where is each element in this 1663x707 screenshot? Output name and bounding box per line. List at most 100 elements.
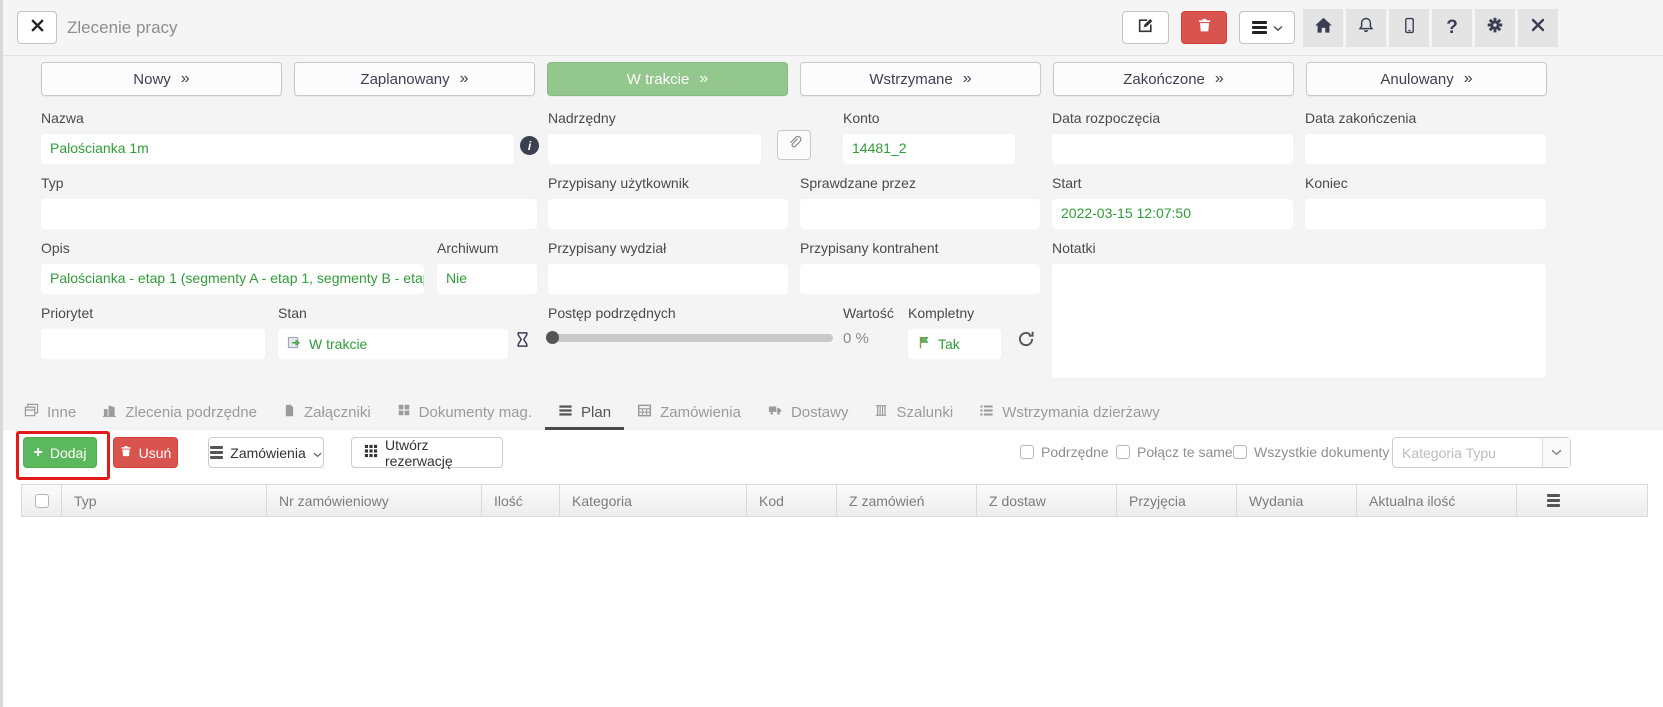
field-label-notatki: Notatki (1052, 240, 1096, 256)
field-label-data-zakonczenia: Data zakończenia (1305, 110, 1417, 126)
field-label-przypisany-kontrahent: Przypisany kontrahent (800, 240, 939, 256)
category-type-select[interactable]: Kategoria Typu (1392, 437, 1571, 468)
checkbox-polacz-te-same[interactable]: Połącz te same (1116, 444, 1233, 460)
progress-slider-handle[interactable] (546, 331, 559, 344)
notifications-button[interactable] (1346, 9, 1386, 47)
field-label-nadrzedny: Nadrzędny (548, 110, 616, 126)
state-button-nowy[interactable]: Nowy» (41, 62, 282, 96)
state-button-zakonczone[interactable]: Zakończone» (1053, 62, 1294, 96)
koniec-input[interactable] (1305, 199, 1546, 229)
checkbox-wszystkie-dokumenty[interactable]: Wszystkie dokumenty (1233, 444, 1389, 460)
orders-dropdown-button[interactable]: Zamówienia (208, 437, 324, 468)
close-icon (30, 18, 45, 38)
detail-tab-bar: Inne Zlecenia podrzędne Załączniki Dokum… (11, 394, 1173, 430)
double-arrow-icon: » (1214, 70, 1224, 87)
column-header-nr-zamowieniowy[interactable]: Nr zamówieniowy (267, 485, 482, 516)
column-header-z-zamowien[interactable]: Z zamówień (837, 485, 977, 516)
data-zakonczenia-input[interactable] (1305, 134, 1546, 164)
nazwa-input[interactable]: Palościanka 1m (41, 134, 514, 164)
state-button-wstrzymane[interactable]: Wstrzymane» (800, 62, 1041, 96)
stan-input[interactable]: W trakcie (278, 329, 508, 359)
tab-zamowienia[interactable]: Zamówienia (624, 394, 754, 430)
work-order-window: Zlecenie pracy ? Nowy » Zaplanowany » W … (0, 0, 1663, 707)
table-icon (637, 403, 652, 422)
column-header-ilosc[interactable]: Ilość (482, 485, 560, 516)
mobile-button[interactable] (1389, 9, 1429, 47)
priorytet-input[interactable] (41, 329, 265, 359)
tab-dokumenty-mag[interactable]: Dokumenty mag. (384, 394, 545, 430)
archiwum-input[interactable]: Nie (437, 264, 537, 294)
help-button[interactable]: ? (1432, 9, 1472, 47)
column-header-z-dostaw[interactable]: Z dostaw (977, 485, 1117, 516)
tab-zlecenia-podrzedne[interactable]: Zlecenia podrzędne (89, 394, 270, 430)
settings-button[interactable] (1475, 9, 1515, 47)
truck-icon (767, 403, 783, 421)
tab-inne[interactable]: Inne (11, 394, 89, 430)
tab-plan[interactable]: Plan (545, 394, 624, 430)
hourglass-icon[interactable] (514, 330, 531, 354)
tab-wstrzymania-dzierzawy[interactable]: Wstrzymania dzierżawy (966, 394, 1173, 430)
trash-icon (1197, 17, 1212, 38)
list-icon (558, 403, 573, 422)
konto-input[interactable]: 14481_2 (843, 134, 1015, 164)
typ-input[interactable] (41, 199, 537, 229)
top-bar: Zlecenie pracy ? (3, 0, 1663, 56)
field-label-data-rozpoczecia: Data rozpoczęcia (1052, 110, 1161, 126)
state-button-zaplanowany[interactable]: Zaplanowany» (294, 62, 535, 96)
sprawdzane-przez-input[interactable] (800, 199, 1040, 229)
add-button[interactable]: + Dodaj (23, 437, 97, 468)
kompletny-input[interactable]: Tak (908, 329, 1001, 359)
state-button-anulowany[interactable]: Anulowany» (1306, 62, 1547, 96)
close-window-button[interactable] (1518, 9, 1558, 47)
column-header-aktualna-ilosc[interactable]: Aktualna ilość (1357, 485, 1517, 516)
field-label-typ: Typ (41, 175, 64, 191)
create-reservation-button[interactable]: Utwórz rezerwację (351, 437, 503, 469)
select-all-checkbox[interactable] (22, 485, 62, 516)
checkbox-podrzedne[interactable]: Podrzędne (1020, 444, 1109, 460)
list-items-icon (979, 403, 994, 422)
edit-button[interactable] (1122, 11, 1169, 44)
state-button-w-trakcie[interactable]: W trakcie» (547, 62, 788, 96)
info-icon[interactable]: i (520, 136, 539, 155)
notatki-textarea[interactable] (1052, 264, 1546, 378)
column-header-kategoria[interactable]: Kategoria (560, 485, 747, 516)
trash-icon (120, 444, 132, 461)
workflow-state-bar: Nowy» Zaplanowany» W trakcie» Wstrzymane… (41, 62, 1547, 96)
more-actions-button[interactable] (1239, 11, 1295, 44)
refresh-icon[interactable] (1017, 330, 1035, 353)
data-rozpoczecia-input[interactable] (1052, 134, 1293, 164)
paperclip-icon (787, 135, 802, 155)
link-parent-button[interactable] (777, 130, 811, 160)
tab-szalunki[interactable]: Szalunki (861, 394, 966, 430)
nadrzedny-input[interactable] (548, 134, 761, 164)
start-input[interactable]: 2022-03-15 12:07:50 (1052, 199, 1293, 229)
home-button[interactable] (1303, 9, 1343, 47)
tab-zalaczniki[interactable]: Załączniki (270, 394, 384, 430)
opis-input[interactable]: Palościanka - etap 1 (segmenty A - etap … (41, 264, 424, 294)
delete-button[interactable] (1181, 11, 1227, 44)
progress-slider[interactable] (546, 331, 833, 344)
state-form-icon (287, 335, 302, 353)
close-panel-button[interactable] (17, 11, 57, 44)
przypisany-wydzial-input[interactable] (548, 264, 788, 294)
edit-icon (1137, 17, 1154, 39)
grid-body-empty[interactable] (21, 517, 1645, 707)
column-options-button[interactable] (1517, 485, 1647, 516)
column-header-typ[interactable]: Typ (62, 485, 267, 516)
field-label-start: Start (1052, 175, 1082, 191)
remove-button[interactable]: Usuń (113, 437, 178, 468)
column-header-przyjecia[interactable]: Przyjęcia (1117, 485, 1237, 516)
column-header-wydania[interactable]: Wydania (1237, 485, 1357, 516)
window-icon (24, 403, 39, 422)
column-header-kod[interactable]: Kod (747, 485, 837, 516)
chevron-down-icon (1272, 19, 1283, 37)
checkbox-icon (1116, 445, 1130, 459)
przypisany-kontrahent-input[interactable] (800, 264, 1040, 294)
przypisany-uzytkownik-input[interactable] (548, 199, 788, 229)
tab-dostawy[interactable]: Dostawy (754, 394, 862, 430)
home-icon (1314, 16, 1333, 41)
chevron-down-icon (313, 445, 322, 461)
menu-icon (210, 446, 224, 459)
field-label-kompletny: Kompletny (908, 305, 975, 321)
field-label-sprawdzane-przez: Sprawdzane przez (800, 175, 916, 191)
